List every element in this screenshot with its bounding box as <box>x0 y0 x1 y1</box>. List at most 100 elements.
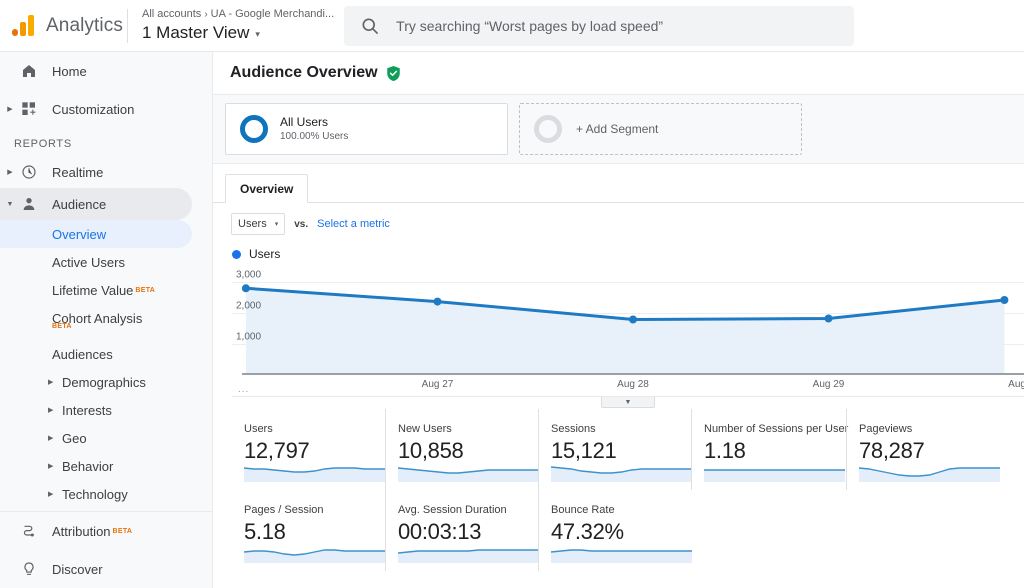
metric-card[interactable]: Pages / Session5.18 <box>232 490 385 571</box>
search-bar[interactable] <box>344 6 854 46</box>
sparkline <box>398 541 539 563</box>
chart-collapse-row: ▼ <box>232 397 1024 409</box>
chart-y-tick-label: 3,000 <box>236 270 261 281</box>
chart-data-point[interactable] <box>825 315 833 323</box>
metric-card[interactable]: Users12,797 <box>232 409 385 490</box>
sidebar-item-cohort-analysis[interactable]: Cohort Analysis BETA <box>0 304 212 332</box>
brand-name: Analytics <box>46 15 123 37</box>
sidebar-item-attribution[interactable]: Attribution BETA <box>0 512 213 550</box>
tab-overview[interactable]: Overview <box>225 174 308 203</box>
segment-name: All Users <box>280 115 348 130</box>
chart-plot-area <box>242 267 1024 375</box>
expand-arrow-icon[interactable]: ▶ <box>2 168 18 176</box>
sparkline <box>244 460 385 482</box>
sparkline <box>244 541 385 563</box>
segment-strip: All Users 100.00% Users + Add Segment <box>213 94 1024 164</box>
sparkline <box>859 460 1000 482</box>
chart-collapse-handle[interactable]: ▼ <box>601 397 655 408</box>
person-icon <box>18 196 40 212</box>
tab-bar: Overview <box>213 164 1024 203</box>
metric-card[interactable]: Avg. Session Duration00:03:13 <box>385 490 538 571</box>
vs-label: vs. <box>294 219 308 230</box>
metric-selector-row: Users ▾ vs. Select a metric <box>213 203 1024 235</box>
clock-icon <box>18 164 40 180</box>
segment-donut-icon <box>240 115 268 143</box>
sidebar-subitem-label: Geo <box>62 431 87 446</box>
chart-data-point[interactable] <box>242 284 250 292</box>
brand-block[interactable]: Analytics <box>0 0 125 52</box>
sidebar-item-label: Attribution <box>52 524 111 539</box>
search-icon <box>360 16 380 36</box>
sidebar-item-label: Audience <box>52 197 106 212</box>
segment-card-all-users[interactable]: All Users 100.00% Users <box>225 103 508 155</box>
legend-label-users: Users <box>249 247 280 261</box>
main-content: Audience Overview All Users 100.00% User… <box>213 52 1024 588</box>
sidebar-item-label: Discover <box>52 562 103 577</box>
header-divider <box>127 9 128 43</box>
chart-x-tick-label: Aug 30 <box>1008 379 1024 390</box>
collapse-arrow-icon[interactable]: ▼ <box>2 201 18 208</box>
sidebar-item-customization[interactable]: ▶ Customization <box>0 90 212 128</box>
sidebar-item-technology[interactable]: ▶ Technology <box>0 480 212 508</box>
breadcrumb-property[interactable]: UA - Google Merchandi... <box>211 8 335 20</box>
metric-card-row-2: Pages / Session5.18Avg. Session Duration… <box>232 490 1024 571</box>
top-bar: Analytics All accounts›UA - Google Merch… <box>0 0 1024 52</box>
metric-card[interactable]: Pageviews78,287 <box>846 409 999 490</box>
metric-card[interactable]: Sessions15,121 <box>538 409 691 490</box>
expand-arrow-icon[interactable]: ▶ <box>48 490 53 498</box>
metric-card[interactable]: Number of Sessions per User1.18 <box>691 409 846 490</box>
users-line-chart[interactable]: 1,0002,0003,000 <box>232 267 1024 375</box>
sidebar-item-audiences[interactable]: Audiences <box>0 340 212 368</box>
sidebar-item-label: Home <box>52 64 87 79</box>
expand-arrow-icon[interactable]: ▶ <box>48 462 53 470</box>
expand-arrow-icon[interactable]: ▶ <box>2 105 18 113</box>
expand-arrow-icon[interactable]: ▶ <box>48 378 53 386</box>
beta-badge: BETA <box>52 323 72 330</box>
view-name-dropdown[interactable]: 1 Master View ▾ <box>142 22 334 44</box>
metric-card-label: Pageviews <box>859 423 999 436</box>
metric-card-row-1: Users12,797New Users10,858Sessions15,121… <box>232 409 1024 490</box>
sidebar-item-home[interactable]: Home <box>0 52 212 90</box>
sparkline <box>704 460 845 482</box>
analytics-bars-icon <box>12 14 38 38</box>
sidebar-item-realtime[interactable]: ▶ Realtime <box>0 156 212 188</box>
sidebar-item-behavior[interactable]: ▶ Behavior <box>0 452 212 480</box>
sidebar-item-geo[interactable]: ▶ Geo <box>0 424 212 452</box>
page-title: Audience Overview <box>230 64 378 82</box>
green-shield-check-icon <box>386 65 401 82</box>
sidebar-item-active-users[interactable]: Active Users <box>0 248 212 276</box>
metric-select-dropdown[interactable]: Users ▾ <box>231 213 285 235</box>
sidebar-item-audience[interactable]: ▼ Audience <box>0 188 192 220</box>
breadcrumb-account[interactable]: All accounts <box>142 8 201 20</box>
expand-arrow-icon[interactable]: ▶ <box>48 406 53 414</box>
sidebar-item-interests[interactable]: ▶ Interests <box>0 396 212 424</box>
sparkline <box>551 460 692 482</box>
home-icon <box>18 63 40 79</box>
sidebar-item-overview[interactable]: Overview <box>0 220 192 248</box>
metric-select-value: Users <box>238 218 267 230</box>
sidebar-item-demographics[interactable]: ▶ Demographics <box>0 368 212 396</box>
sidebar-subitem-label: Behavior <box>62 459 113 474</box>
sidebar-item-discover[interactable]: Discover <box>0 550 213 588</box>
chevron-down-icon: ▼ <box>625 399 632 406</box>
metric-card-label: Sessions <box>551 423 691 436</box>
sidebar-item-label: Realtime <box>52 165 103 180</box>
expand-arrow-icon[interactable]: ▶ <box>48 434 53 442</box>
sidebar-subitem-label: Technology <box>62 487 128 502</box>
sparkline <box>398 460 539 482</box>
sidebar-item-lifetime-value[interactable]: Lifetime Value BETA <box>0 276 212 304</box>
chart-data-point[interactable] <box>629 316 637 324</box>
chart-y-tick-label: 1,000 <box>236 332 261 343</box>
add-segment-button[interactable]: + Add Segment <box>519 103 802 155</box>
metric-card-label: Pages / Session <box>244 504 385 517</box>
property-selector[interactable]: All accounts›UA - Google Merchandi... 1 … <box>142 0 334 52</box>
chart-data-point[interactable] <box>434 298 442 306</box>
search-input[interactable] <box>396 18 838 34</box>
chart-data-point[interactable] <box>1000 296 1008 304</box>
metric-card[interactable]: Bounce Rate47.32% <box>538 490 691 571</box>
sidebar-bottom-group: Attribution BETA Discover <box>0 511 213 588</box>
select-a-metric-link[interactable]: Select a metric <box>317 218 390 230</box>
sidebar-subitem-label: Interests <box>62 403 112 418</box>
metric-card-label: Users <box>244 423 385 436</box>
metric-card[interactable]: New Users10,858 <box>385 409 538 490</box>
